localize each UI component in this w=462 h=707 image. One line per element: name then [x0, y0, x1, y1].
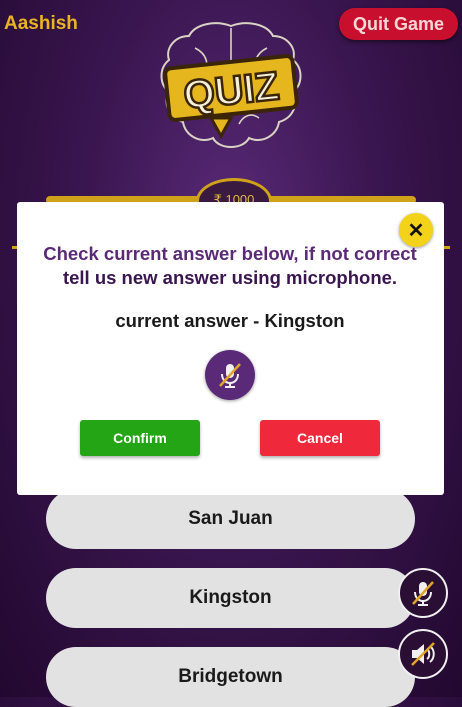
mic-off-icon [219, 363, 241, 388]
brain-icon: QUIZ [160, 22, 302, 148]
sound-off-icon [411, 642, 435, 666]
username: Aashish [4, 13, 78, 34]
dialog-message-line2: tell us new answer using microphone. [62, 267, 398, 288]
mic-toggle-button[interactable] [398, 568, 448, 618]
option-kingston[interactable]: Kingston [46, 568, 415, 628]
current-answer: current answer - Kingston [115, 310, 345, 331]
option-bridgetown[interactable]: Bridgetown [46, 647, 415, 707]
quit-game-button[interactable]: Quit Game [339, 8, 458, 40]
close-icon: ✕ [407, 219, 425, 242]
option-san-juan[interactable]: San Juan [46, 489, 415, 549]
sound-toggle-button[interactable] [398, 629, 448, 679]
cancel-button[interactable]: Cancel [260, 420, 380, 456]
dialog-message-line1: Check current answer below, if not corre… [43, 243, 417, 264]
dialog-message: Check current answer below, if not corre… [30, 242, 430, 290]
confirm-button[interactable]: Confirm [80, 420, 200, 456]
quiz-logo: QUIZ [155, 18, 307, 160]
mic-off-icon [412, 581, 434, 606]
dialog-mic-button[interactable] [205, 350, 255, 400]
